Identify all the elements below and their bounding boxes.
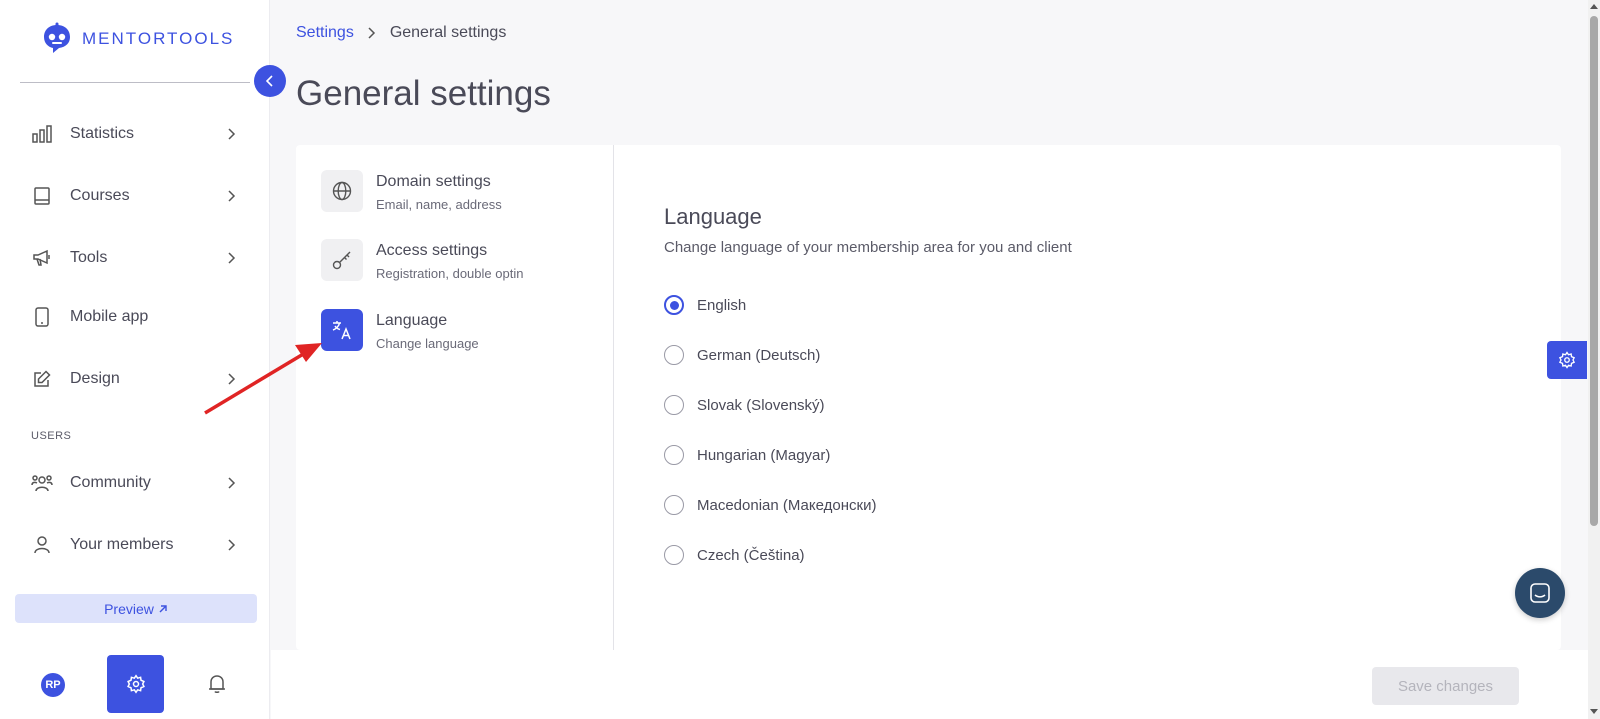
language-option-czech[interactable]: Czech (Čeština) [664, 545, 805, 565]
language-option-label: English [697, 296, 747, 314]
language-section-description: Change language of your membership area … [664, 239, 1072, 256]
scroll-up-arrow-icon[interactable] [1590, 2, 1598, 10]
key-icon [321, 239, 363, 281]
sidebar-item-label: Courses [70, 187, 130, 204]
chevron-right-icon [224, 126, 240, 142]
brand-name: MENTORTOOLS [82, 29, 235, 48]
language-option-english[interactable]: English [664, 295, 746, 315]
gear-icon [1558, 351, 1576, 369]
sidebar-item-label: Mobile app [70, 308, 149, 325]
chevron-right-icon [224, 250, 240, 266]
breadcrumb-current: General settings [389, 24, 507, 41]
translate-icon [321, 309, 363, 351]
megaphone-icon [30, 246, 54, 270]
chevron-right-icon [368, 27, 375, 39]
bar-chart-icon [30, 122, 54, 146]
settings-menu-access[interactable]: Access settings Registration, double opt… [321, 239, 523, 281]
sidebar-item-label: Your members [70, 536, 174, 553]
chat-icon [1530, 583, 1550, 603]
chevron-right-icon [224, 371, 240, 387]
language-option-german[interactable]: German (Deutsch) [664, 345, 820, 365]
sidebar-item-community[interactable]: Community [30, 463, 240, 503]
globe-icon [321, 170, 363, 212]
language-section-title: Language [664, 204, 762, 229]
settings-menu-language[interactable]: Language Change language [321, 309, 479, 351]
avatar[interactable]: RP [41, 673, 65, 697]
language-option-label: Macedonian (Македонски) [697, 496, 877, 514]
radio-unchecked[interactable] [664, 495, 684, 515]
page-scrollbar[interactable] [1588, 0, 1600, 719]
chat-widget-button[interactable] [1515, 568, 1565, 618]
settings-menu-subtitle: Registration, double optin [376, 266, 524, 281]
language-option-label: Czech (Čeština) [697, 546, 805, 564]
radio-unchecked[interactable] [664, 395, 684, 415]
book-icon [30, 184, 54, 208]
settings-card: Domain settings Email, name, address Acc… [296, 145, 1561, 650]
users-icon [30, 471, 54, 495]
card-divider [613, 145, 614, 650]
breadcrumb: Settings General settings [296, 24, 506, 42]
settings-menu-title: Language [376, 312, 448, 329]
sidebar: MENTORTOOLS Statistics Courses Tools Mob… [0, 0, 270, 719]
floating-settings-button[interactable] [1547, 341, 1587, 379]
sidebar-item-courses[interactable]: Courses [30, 176, 240, 216]
robot-logo-icon [44, 22, 70, 53]
radio-unchecked[interactable] [664, 345, 684, 365]
settings-menu-domain[interactable]: Domain settings Email, name, address [321, 170, 502, 212]
sidebar-item-label: Community [70, 474, 151, 491]
sidebar-item-your-members[interactable]: Your members [30, 525, 240, 565]
save-changes-button[interactable]: Save changes [1372, 667, 1519, 705]
sidebar-item-mobile-app[interactable]: Mobile app [30, 297, 240, 337]
language-option-macedonian[interactable]: Macedonian (Македонски) [664, 495, 876, 515]
sidebar-bottom-bar: RP [0, 650, 270, 719]
pencil-icon [30, 367, 54, 391]
scrollbar-thumb[interactable] [1590, 16, 1598, 526]
language-option-label: Hungarian (Magyar) [697, 446, 831, 464]
chevron-right-icon [224, 475, 240, 491]
preview-label: Preview [104, 600, 154, 617]
preview-button[interactable]: Preview [15, 594, 257, 623]
user-icon [30, 533, 54, 557]
sidebar-item-statistics[interactable]: Statistics [30, 114, 240, 154]
section-label-users: USERS [31, 430, 72, 442]
settings-menu-title: Domain settings [376, 173, 491, 190]
external-link-icon [159, 604, 167, 612]
collapse-sidebar-button[interactable] [254, 65, 286, 97]
sidebar-item-design[interactable]: Design [30, 359, 240, 399]
page-title: General settings [296, 74, 551, 113]
phone-icon [30, 305, 54, 329]
radio-unchecked[interactable] [664, 545, 684, 565]
logo-divider [20, 82, 250, 83]
chevron-right-icon [224, 188, 240, 204]
brand-logo[interactable]: MENTORTOOLS [40, 22, 234, 56]
settings-menu-subtitle: Change language [376, 336, 479, 351]
language-option-label: Slovak (Slovenský) [697, 396, 825, 414]
sidebar-item-tools[interactable]: Tools [30, 238, 240, 278]
sidebar-item-label: Statistics [70, 125, 135, 142]
settings-menu-subtitle: Email, name, address [376, 197, 502, 212]
bell-icon [209, 675, 225, 693]
language-option-slovak[interactable]: Slovak (Slovenský) [664, 395, 825, 415]
breadcrumb-settings-link[interactable]: Settings [296, 24, 354, 42]
notifications-button[interactable] [205, 672, 229, 696]
settings-button[interactable] [107, 655, 164, 713]
radio-checked[interactable] [664, 295, 684, 315]
chevron-left-icon [266, 75, 273, 87]
gear-icon [126, 674, 145, 694]
language-option-label: German (Deutsch) [697, 346, 821, 364]
scroll-down-arrow-icon[interactable] [1590, 708, 1598, 716]
radio-unchecked[interactable] [664, 445, 684, 465]
chevron-right-icon [224, 537, 240, 553]
language-option-hungarian[interactable]: Hungarian (Magyar) [664, 445, 830, 465]
sidebar-item-label: Design [70, 370, 120, 387]
settings-menu-title: Access settings [376, 242, 488, 259]
sidebar-item-label: Tools [70, 249, 108, 266]
